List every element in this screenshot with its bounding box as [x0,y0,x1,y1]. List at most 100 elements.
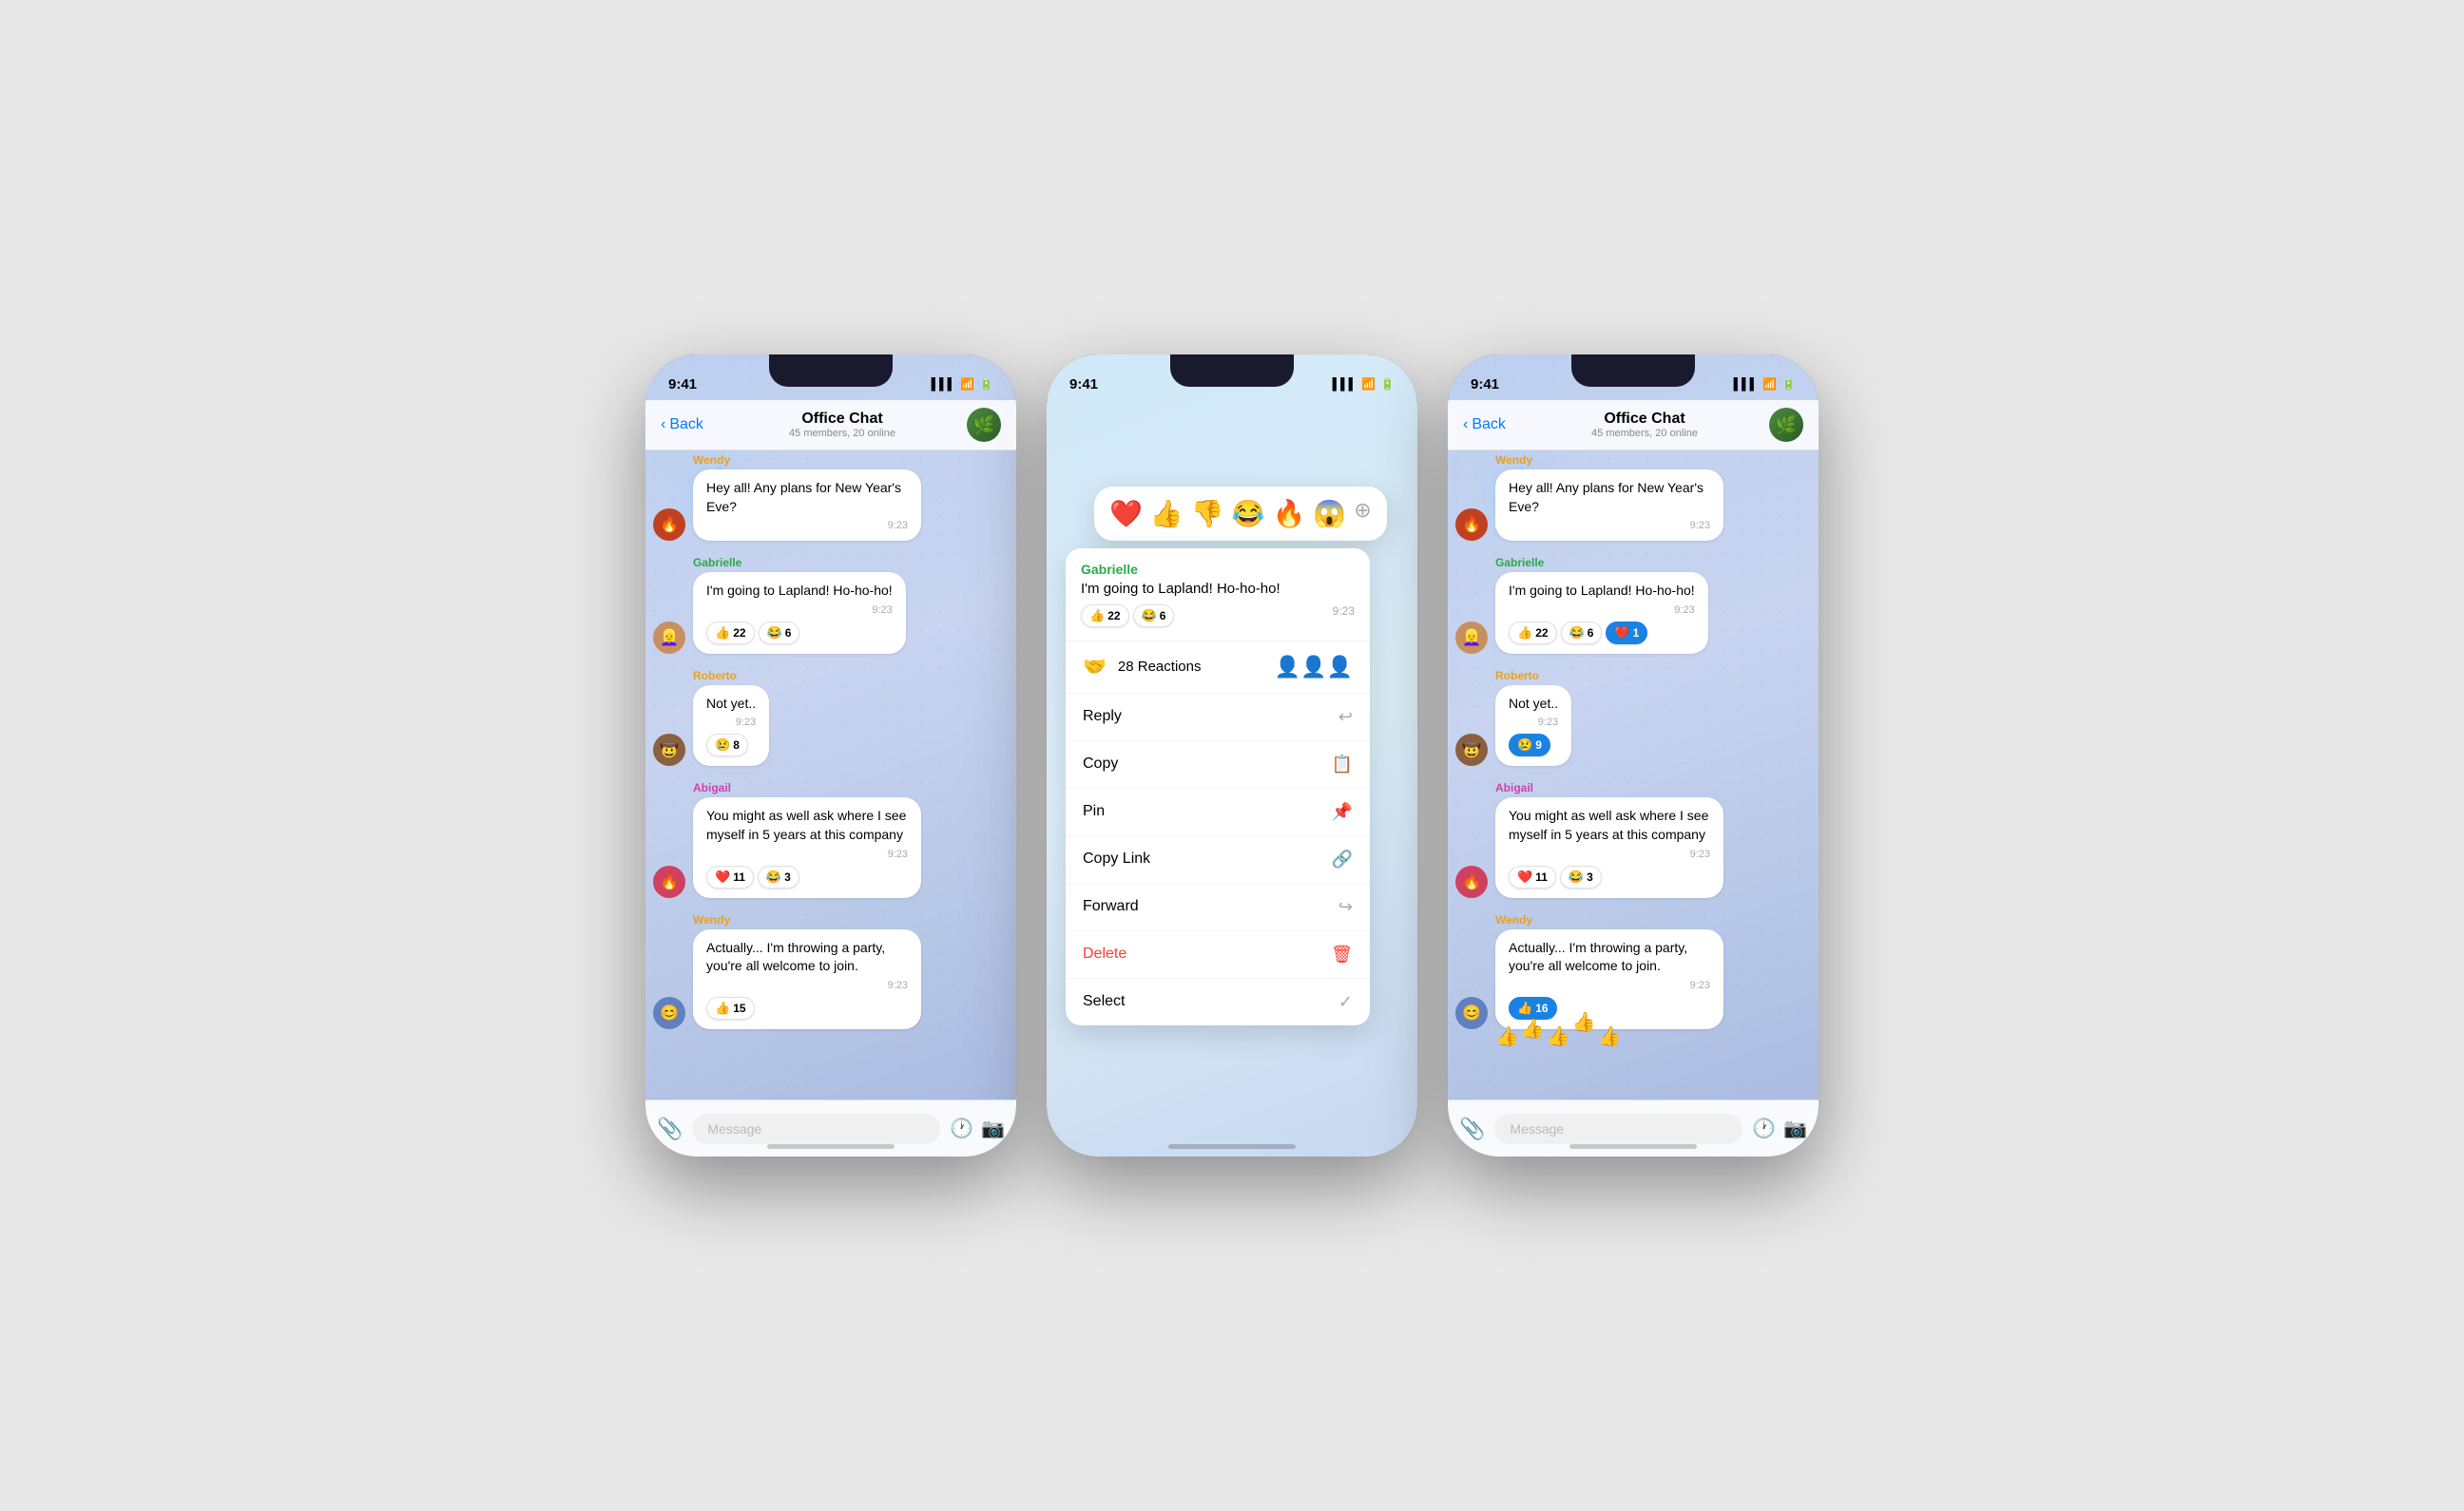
reaction-badge-heart[interactable]: ❤️11 [1509,866,1556,889]
camera-icon[interactable]: 📷 [981,1117,1005,1140]
spacer [1455,1044,1811,1082]
reaction-badge[interactable]: 👍22 [706,622,755,644]
back-label-1[interactable]: Back [669,416,703,433]
attach-icon[interactable]: 📎 [657,1117,683,1141]
bubble[interactable]: You might as well ask where I see myself… [1495,797,1723,897]
notch-1 [769,354,893,387]
bubble[interactable]: You might as well ask where I see myself… [693,797,921,897]
bubble[interactable]: I'm going to Lapland! Ho-ho-ho! 9:23 👍22… [693,572,906,654]
select-menu-item[interactable]: Select ✓ [1066,979,1370,1025]
reaction-badge[interactable]: 😂3 [758,866,799,889]
table-row: 🔥 Wendy Hey all! Any plans for New Year'… [653,453,1009,541]
context-message-preview: Gabrielle I'm going to Lapland! Ho-ho-ho… [1066,548,1370,641]
chevron-left-icon-3: ‹ [1463,416,1468,433]
reaction-badge-thumbs[interactable]: 👍22 [1081,604,1129,627]
bubble[interactable]: Not yet.. 9:23 😢8 [693,685,769,767]
reaction-badge[interactable]: 😢8 [706,734,748,756]
phone-2: 9:41 ▌▌▌ 📶 🔋 ❤️ 👍 👎 😂 🔥 😱 ⊕ [1047,354,1417,1157]
reactions: 👍22 😂6 ❤️1 [1509,622,1695,644]
status-icons-1: ▌▌▌ 📶 🔋 [932,377,993,391]
avatar: 🔥 [653,866,685,898]
clock-icon-3[interactable]: 🕐 [1752,1117,1776,1140]
reply-menu-item[interactable]: Reply ↩ [1066,694,1370,741]
emoji-thumbsup[interactable]: 👍 [1150,498,1184,529]
table-row: 🔥 Abigail You might as well ask where I … [1455,781,1811,897]
bubble[interactable]: Hey all! Any plans for New Year's Eve? 9… [693,469,921,541]
bubble[interactable]: Not yet.. 9:23 😢9 [1495,685,1571,767]
message-bubble: Wendy Hey all! Any plans for New Year's … [1495,453,1723,541]
msg-time: 9:23 [1509,520,1710,531]
delete-menu-item[interactable]: Delete 🗑 [1066,931,1370,979]
emoji-fire[interactable]: 🔥 [1273,498,1306,529]
emoji-picker[interactable]: ❤️ 👍 👎 😂 🔥 😱 ⊕ [1094,487,1387,541]
wifi-icon-2: 📶 [1361,377,1376,391]
pin-menu-item[interactable]: Pin 📌 [1066,789,1370,836]
chat-area-3[interactable]: 🔥 Wendy Hey all! Any plans for New Year'… [1448,446,1819,1100]
chat-header-1: ‹ Back Office Chat 45 members, 20 online… [645,400,1016,450]
reaction-badge[interactable]: ❤️11 [706,866,754,889]
reactions-menu-item[interactable]: 🤝 28 Reactions 👤👤👤 [1066,641,1370,694]
group-avatar-3[interactable]: 🌿 [1769,408,1803,442]
screen-3: 9:41 ▌▌▌ 📶 🔋 ‹ Back Office Chat 45 membe… [1448,354,1819,1157]
sender-name: Wendy [693,453,921,467]
emoji-thumbsdown[interactable]: 👎 [1191,498,1224,529]
bubble[interactable]: Hey all! Any plans for New Year's Eve? 9… [1495,469,1723,541]
reactions: 😢9 [1509,734,1558,756]
chevron-left-icon: ‹ [661,416,665,433]
forward-label: Forward [1083,898,1139,915]
msg-time: 9:23 [706,604,893,616]
chat-header-3: ‹ Back Office Chat 45 members, 20 online… [1448,400,1819,450]
msg-text: I'm going to Lapland! Ho-ho-ho! [706,582,893,601]
group-avatar-1[interactable]: 🌿 [967,408,1001,442]
table-row: 🔥 Wendy Hey all! Any plans for New Year'… [1455,453,1811,541]
message-input-1[interactable]: Message [692,1114,940,1144]
bubble[interactable]: Actually... I'm throwing a party, you're… [693,929,921,1029]
reaction-badge-laugh[interactable]: 😂6 [1561,622,1603,644]
more-emojis-button[interactable]: ⊕ [1354,498,1371,529]
context-reactions: 👍22 😂6 9:23 [1081,604,1355,627]
sender-name: Wendy [1495,913,1723,927]
emoji-laugh[interactable]: 😂 [1232,498,1265,529]
reaction-badge-laugh2[interactable]: 😂3 [1560,866,1602,889]
camera-icon-3[interactable]: 📷 [1783,1117,1807,1140]
emoji-scared[interactable]: 😱 [1313,498,1346,529]
message-bubble: Wendy Hey all! Any plans for New Year's … [693,453,921,541]
chat-area-1[interactable]: 🔥 Wendy Hey all! Any plans for New Year'… [645,446,1016,1100]
copy-menu-item[interactable]: Copy 📋 [1066,741,1370,789]
screen-1: 9:41 ▌▌▌ 📶 🔋 ‹ Back Office Chat 45 membe… [645,354,1016,1157]
reactions: 👍15 [706,997,908,1020]
avatar: 🔥 [1455,508,1488,541]
reaction-badge-laugh[interactable]: 😂6 [1133,604,1175,627]
reaction-badge-thumbs[interactable]: 👍22 [1509,622,1557,644]
battery-icon-2: 🔋 [1380,377,1395,391]
message-bubble: Wendy Actually... I'm throwing a party, … [1495,913,1723,1029]
emoji-heart[interactable]: ❤️ [1109,498,1143,529]
bubble[interactable]: Actually... I'm throwing a party, you're… [1495,929,1723,1029]
copy-icon: 📋 [1332,755,1353,775]
reaction-badge-cry-active[interactable]: 😢9 [1509,734,1550,756]
input-icons: 🕐 📷 [950,1117,1005,1140]
clock-icon[interactable]: 🕐 [950,1117,973,1140]
sender-name: Roberto [693,669,769,682]
wifi-icon-3: 📶 [1762,377,1777,391]
signal-icon-3: ▌▌▌ [1734,377,1759,391]
forward-menu-item[interactable]: Forward ↪ [1066,884,1370,931]
reaction-badge[interactable]: 👍15 [706,997,755,1020]
attach-icon-3[interactable]: 📎 [1459,1117,1485,1141]
msg-text: Not yet.. [706,695,756,714]
copy-link-menu-item[interactable]: Copy Link 🔗 [1066,836,1370,884]
reaction-badge[interactable]: 😂6 [759,622,800,644]
reaction-badge-heart-active[interactable]: ❤️1 [1606,622,1647,644]
status-time-3: 9:41 [1471,376,1499,392]
bubble[interactable]: I'm going to Lapland! Ho-ho-ho! 9:23 👍22… [1495,572,1708,654]
handshake-icon: 🤝 [1083,655,1107,679]
msg-text: I'm going to Lapland! Ho-ho-ho! [1509,582,1695,601]
msg-text: Actually... I'm throwing a party, you're… [1509,939,1710,976]
back-label-3[interactable]: Back [1472,416,1506,433]
avatar: 🤠 [653,734,685,766]
header-center-3: Office Chat 45 members, 20 online [1520,411,1769,439]
back-button-1[interactable]: ‹ Back [661,416,718,433]
message-input-3[interactable]: Message [1494,1114,1742,1144]
back-button-3[interactable]: ‹ Back [1463,416,1520,433]
context-bubble: Gabrielle I'm going to Lapland! Ho-ho-ho… [1066,548,1370,1025]
